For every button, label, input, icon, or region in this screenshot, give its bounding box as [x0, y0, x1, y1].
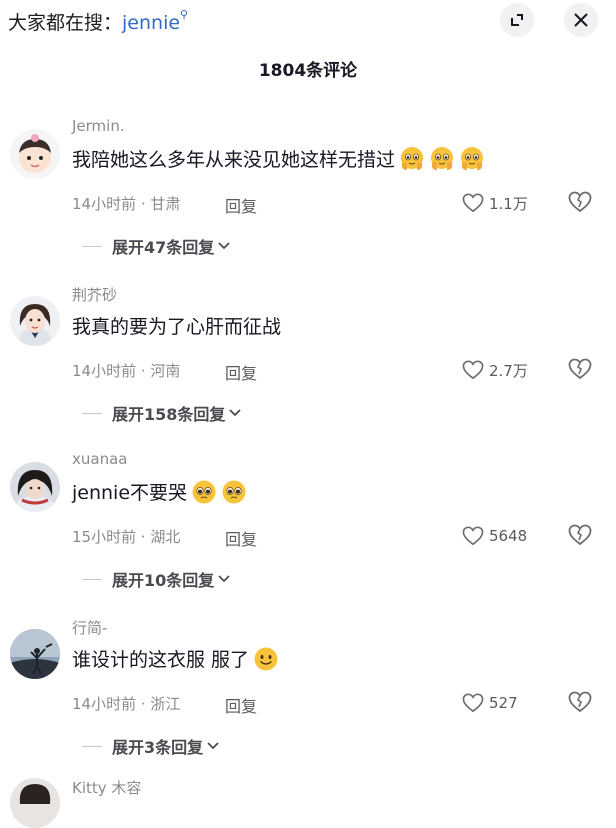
top-bar: 大家都在搜：jennie⚲: [0, 0, 616, 40]
comment-item: 荆芥砂 我真的要为了心肝而征战 14小时前 · 河南 回复 2.7万 展开158…: [0, 284, 616, 449]
like-count: 2.7万: [489, 361, 528, 380]
comment-text: 我陪她这么多年从来没见她这样无措过: [72, 145, 485, 172]
expand-replies[interactable]: 展开3条回复: [82, 734, 219, 758]
magnifier-icon: ⚲: [180, 8, 189, 21]
like-button[interactable]: 1.1万: [462, 191, 528, 215]
search-prefix: 大家都在搜：: [8, 12, 123, 34]
reply-button[interactable]: 回复: [225, 360, 257, 384]
expand-replies-label: 展开47条回复: [112, 238, 215, 257]
dislike-button[interactable]: [568, 191, 592, 215]
comment-text: 谁设计的这衣服 服了: [72, 645, 279, 672]
comment-text: 我真的要为了心肝而征战: [72, 312, 281, 339]
like-button[interactable]: 527: [462, 691, 518, 715]
username[interactable]: 行简-: [72, 617, 107, 638]
chevron-down-icon: [218, 575, 230, 583]
pleading-face-emoji: [191, 479, 217, 504]
divider-line: [82, 412, 102, 414]
reply-button[interactable]: 回复: [225, 193, 257, 217]
fullscreen-icon: [511, 14, 523, 26]
reply-button[interactable]: 回复: [225, 526, 257, 550]
expand-replies-label: 展开3条回复: [112, 738, 204, 757]
comment-item: xuanaa jennie不要哭 15小时前 · 湖北 回复 5648 展开10…: [0, 450, 616, 615]
username[interactable]: 荆芥砂: [72, 284, 117, 305]
reply-button[interactable]: 回复: [225, 693, 257, 717]
pleading-face-hands-emoji: [430, 146, 454, 170]
divider-line: [82, 245, 102, 247]
expand-replies[interactable]: 展开10条回复: [82, 567, 230, 591]
like-button[interactable]: 5648: [462, 524, 527, 548]
comment-meta: 14小时前 · 甘肃: [72, 195, 181, 213]
chevron-down-icon: [218, 242, 230, 250]
like-count: 5648: [489, 527, 528, 545]
expand-replies[interactable]: 展开47条回复: [82, 234, 230, 258]
heart-icon: [462, 526, 484, 546]
comment-text-body: 我陪她这么多年从来没见她这样无措过: [72, 149, 396, 171]
heart-icon: [462, 693, 484, 713]
avatar[interactable]: [10, 296, 60, 346]
expand-replies-label: 展开10条回复: [112, 571, 215, 590]
close-icon: [574, 13, 588, 27]
like-count: 527: [489, 694, 518, 712]
comment-text-body: 谁设计的这衣服 服了: [72, 649, 250, 671]
pleading-face-hands-emoji: [400, 146, 424, 170]
comment-meta: 14小时前 · 浙江: [72, 695, 181, 713]
comment-item: Jermin. 我陪她这么多年从来没见她这样无措过 14小时前 · 甘肃 回复 …: [0, 117, 616, 282]
pleading-face-emoji: [221, 479, 247, 504]
broken-heart-icon: [568, 691, 592, 713]
chevron-down-icon: [229, 409, 242, 417]
expand-replies-label: 展开158条回复: [112, 405, 226, 424]
like-count: 1.1万: [489, 194, 528, 213]
divider-line: [82, 578, 102, 580]
heart-icon: [462, 193, 484, 213]
comment-text-body: 我真的要为了心肝而征战: [72, 316, 282, 338]
chevron-down-icon: [207, 742, 219, 750]
avatar[interactable]: [10, 129, 60, 179]
dislike-button[interactable]: [568, 358, 592, 382]
smiling-face-emoji: [253, 646, 279, 671]
search-keyword-link[interactable]: jennie: [122, 12, 180, 34]
broken-heart-icon: [568, 358, 592, 380]
divider-line: [82, 745, 102, 747]
pleading-face-hands-emoji: [460, 146, 484, 170]
comment-text-body: jennie不要哭: [72, 482, 188, 504]
avatar[interactable]: [10, 629, 60, 679]
username[interactable]: Jermin.: [72, 117, 125, 135]
comment-meta: 15小时前 · 湖北: [72, 528, 181, 546]
comment-meta: 14小时前 · 河南: [72, 362, 181, 380]
avatar[interactable]: [10, 462, 60, 512]
comment-item-partial: Kitty 木容: [0, 774, 616, 828]
like-button[interactable]: 2.7万: [462, 358, 528, 382]
username[interactable]: Kitty 木容: [72, 777, 141, 798]
comment-item: 行简- 谁设计的这衣服 服了 14小时前 · 浙江 回复 527 展开3条回复: [0, 617, 616, 782]
comment-count-title: 1804条评论: [258, 61, 358, 81]
broken-heart-icon: [568, 191, 592, 213]
broken-heart-icon: [568, 524, 592, 546]
expand-replies[interactable]: 展开158条回复: [82, 401, 242, 425]
avatar[interactable]: [10, 778, 60, 828]
heart-icon: [462, 360, 484, 380]
search-suggestion[interactable]: 大家都在搜：jennie⚲: [8, 8, 188, 35]
dislike-button[interactable]: [568, 691, 592, 715]
fullscreen-button[interactable]: [500, 3, 534, 37]
close-button[interactable]: [564, 3, 598, 37]
comment-text: jennie不要哭: [72, 478, 247, 505]
username[interactable]: xuanaa: [72, 450, 127, 468]
dislike-button[interactable]: [568, 524, 592, 548]
